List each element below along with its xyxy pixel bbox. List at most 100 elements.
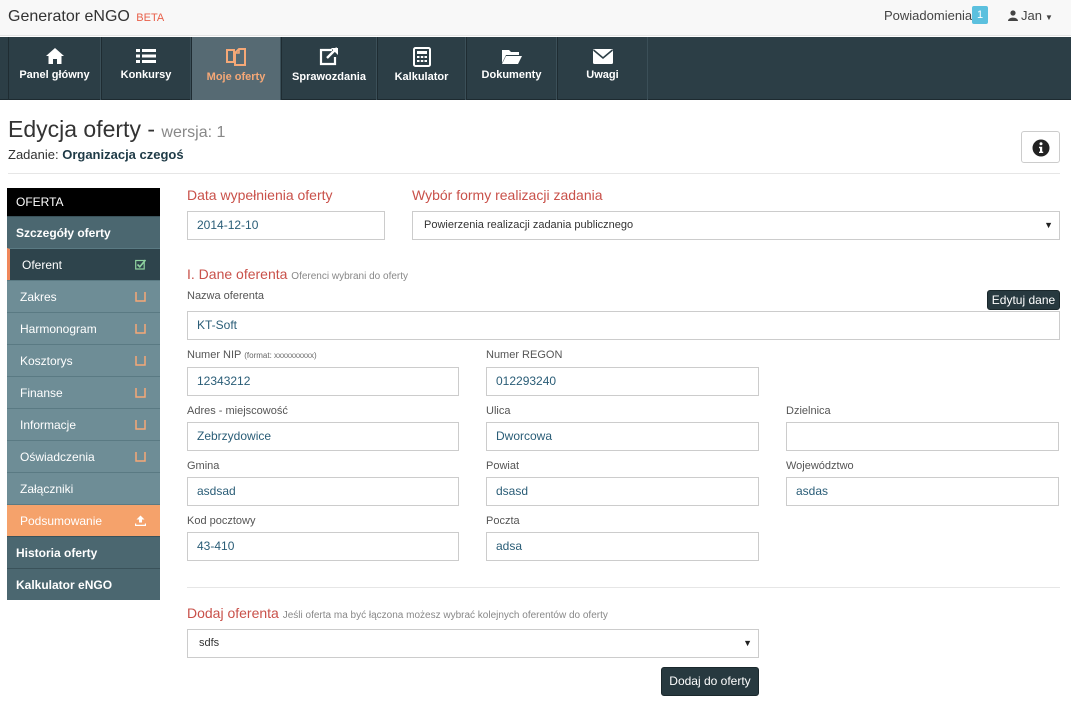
gmina-label: Gmina	[187, 460, 220, 472]
zip-field[interactable]: 43-410	[187, 532, 459, 561]
sidebar-item-oswiadczenia[interactable]: Oświadczenia	[7, 440, 160, 472]
form-type-value: Powierzenia realizacji zadania publiczne…	[424, 219, 634, 231]
sidebar-item-label: Zakres	[20, 290, 57, 304]
dropdown-arrow-icon: ▼	[743, 638, 752, 648]
user-menu[interactable]: Jan ▼	[1008, 8, 1053, 23]
regon-field[interactable]: 012293240	[486, 367, 759, 396]
section-offeror-title: I. Dane oferenta Oferenci wybrani do ofe…	[187, 266, 408, 282]
app-brand[interactable]: Generator eNGO BETA	[8, 8, 164, 26]
check-square-icon	[135, 259, 146, 270]
nav-label: Uwagi	[586, 69, 619, 81]
district-field[interactable]	[786, 422, 1059, 451]
folder-icon	[501, 50, 522, 64]
sidebar-item-kosztorys[interactable]: Kosztorys	[7, 344, 160, 376]
city-field[interactable]: Zebrzydowice	[187, 422, 459, 451]
empty-status-icon	[135, 356, 146, 366]
add-offeror-select[interactable]: sdfs ▼	[187, 629, 759, 658]
nip-label: Numer NIP (format: xxxxxxxxxx)	[187, 349, 317, 361]
nav-kalkulator[interactable]: Kalkulator	[377, 37, 466, 100]
sidebar-group-details[interactable]: Szczegóły oferty	[7, 216, 160, 248]
nav-konkursy[interactable]: Konkursy	[101, 37, 191, 100]
external-link-icon	[319, 47, 338, 66]
nip-label-text: Numer NIP	[187, 349, 242, 361]
nav-dokumenty[interactable]: Dokumenty	[466, 37, 557, 100]
name-field[interactable]: KT-Soft	[187, 311, 1060, 340]
notifications-count-badge[interactable]: 1	[972, 6, 988, 24]
offer-sidebar: OFERTA Szczegóły oferty Oferent Zakres H…	[7, 188, 160, 600]
sidebar-item-zakres[interactable]: Zakres	[7, 280, 160, 312]
user-icon	[1008, 10, 1018, 21]
powiat-label: Powiat	[486, 460, 520, 472]
add-offeror-value: sdfs	[199, 637, 220, 649]
info-icon	[1032, 139, 1050, 157]
add-offeror-heading: Dodaj oferenta	[187, 605, 279, 621]
sidebar-item-label: Załączniki	[20, 482, 74, 496]
city-label: Adres - miejscowość	[187, 405, 288, 417]
sidebar-item-informacje[interactable]: Informacje	[7, 408, 160, 440]
powiat-field[interactable]: dsasd	[486, 477, 759, 506]
nav-panel-glowny[interactable]: Panel główny	[8, 37, 101, 100]
date-field[interactable]: 2014-12-10	[187, 211, 385, 240]
nav-sprawozdania[interactable]: Sprawozdania	[281, 37, 377, 100]
street-field[interactable]: Dworcowa	[486, 422, 759, 451]
version-label: wersja: 1	[161, 124, 226, 141]
form-divider	[187, 587, 1060, 588]
sidebar-item-podsumowanie[interactable]: Podsumowanie	[7, 504, 160, 536]
app-name: Generator eNGO	[8, 8, 130, 25]
sidebar-item-finanse[interactable]: Finanse	[7, 376, 160, 408]
user-name: Jan	[1021, 8, 1042, 23]
district-label: Dzielnica	[786, 405, 831, 417]
empty-status-icon	[135, 388, 146, 398]
form-type-label: Wybór formy realizacji zadania	[412, 187, 603, 203]
zip-label: Kod pocztowy	[187, 515, 256, 527]
copy-icon	[226, 48, 246, 66]
sidebar-group-calculator[interactable]: Kalkulator eNGO	[7, 568, 160, 600]
list-icon	[136, 49, 156, 63]
voivodeship-field[interactable]: asdas	[786, 477, 1059, 506]
sidebar-item-oferent[interactable]: Oferent	[7, 248, 160, 280]
beta-badge: BETA	[136, 12, 165, 24]
sidebar-item-label: Podsumowanie	[20, 514, 103, 528]
sidebar-item-label: Harmonogram	[20, 322, 97, 336]
post-label: Poczta	[486, 515, 520, 527]
envelope-icon	[592, 49, 613, 64]
info-button[interactable]	[1021, 131, 1060, 163]
nav-label: Panel główny	[19, 69, 90, 81]
page-title-text: Edycja oferty -	[8, 116, 155, 142]
post-field[interactable]: adsa	[486, 532, 759, 561]
street-label: Ulica	[486, 405, 511, 417]
sidebar-item-zalaczniki[interactable]: Załączniki	[7, 472, 160, 504]
nip-format-hint: (format: xxxxxxxxxx)	[244, 351, 317, 360]
voivodeship-label: Województwo	[786, 460, 854, 472]
home-icon	[45, 48, 64, 64]
main-nav: Panel główny Konkursy Moje oferty Sprawo…	[0, 37, 1071, 100]
caret-down-icon: ▼	[1044, 13, 1053, 22]
nav-moje-oferty[interactable]: Moje oferty	[191, 37, 281, 100]
top-bar: Generator eNGO BETA Powiadomienia 1 Jan ▼	[0, 0, 1071, 36]
sidebar-item-harmonogram[interactable]: Harmonogram	[7, 312, 160, 344]
form-type-select[interactable]: Powierzenia realizacji zadania publiczne…	[412, 211, 1060, 240]
name-label: Nazwa oferenta	[187, 290, 265, 302]
nav-uwagi[interactable]: Uwagi	[557, 37, 648, 100]
add-offeror-note: Jeśli oferta ma być łączona możesz wybra…	[282, 610, 608, 621]
sidebar-header: OFERTA	[7, 188, 160, 216]
nip-field[interactable]: 12343212	[187, 367, 459, 396]
notifications-link[interactable]: Powiadomienia	[884, 8, 972, 23]
empty-status-icon	[135, 324, 146, 334]
sidebar-item-label: Finanse	[20, 386, 63, 400]
regon-label: Numer REGON	[486, 349, 563, 361]
gmina-field[interactable]: asdsad	[187, 477, 459, 506]
date-label: Data wypełnienia oferty	[187, 187, 333, 203]
edit-data-button[interactable]: Edytuj dane	[987, 290, 1060, 310]
task-line: Zadanie: Organizacja czegoś	[8, 147, 184, 162]
add-offeror-title: Dodaj oferenta Jeśli oferta ma być łączo…	[187, 605, 608, 621]
add-to-offer-button[interactable]: Dodaj do oferty	[661, 667, 759, 696]
sidebar-group-history[interactable]: Historia oferty	[7, 536, 160, 568]
sidebar-item-label: Kosztorys	[20, 354, 73, 368]
task-label: Zadanie:	[8, 147, 59, 162]
header-divider	[8, 173, 1060, 174]
nav-label: Dokumenty	[481, 69, 542, 81]
page-title: Edycja oferty - wersja: 1	[8, 116, 225, 143]
empty-status-icon	[135, 420, 146, 430]
nav-label: Sprawozdania	[292, 71, 366, 83]
